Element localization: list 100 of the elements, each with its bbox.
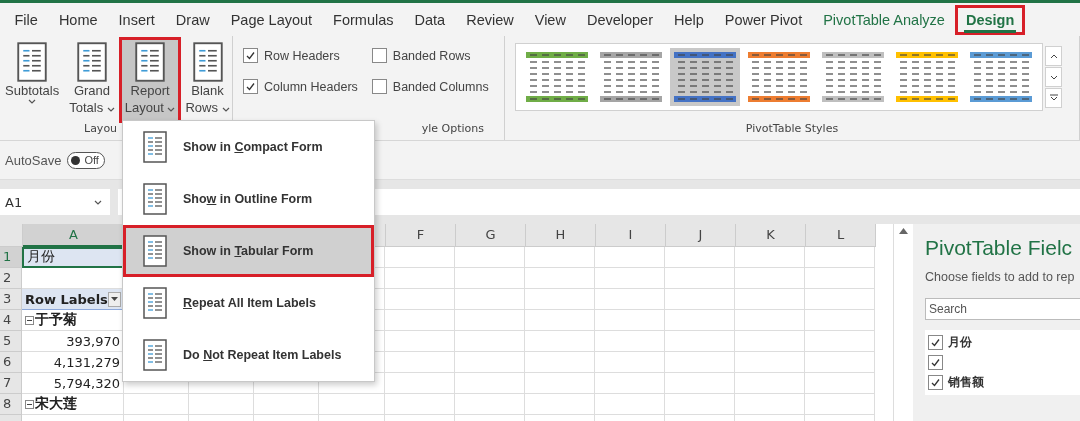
table-cell [595, 373, 665, 394]
checkbox[interactable] [928, 335, 943, 350]
ribbon-tab[interactable]: Design [955, 4, 1025, 35]
table-cell [595, 268, 665, 289]
layout-icon [143, 131, 167, 163]
table-cell [525, 268, 595, 289]
row-header[interactable]: 1 [0, 247, 22, 268]
row-header[interactable]: 2 [0, 268, 22, 289]
ribbon-tab[interactable]: PivotTable Analyze [812, 4, 956, 35]
panel-subtitle: Choose fields to add to rep [925, 270, 1076, 284]
table-style-thumbnail [748, 52, 810, 102]
table-cell [805, 373, 875, 394]
table-cell [385, 247, 455, 268]
table-cell: Row Labels [22, 289, 124, 310]
panel-title: PivotTable Fielc [925, 236, 1074, 260]
checkbox[interactable] [371, 79, 387, 94]
table-cell [735, 247, 805, 268]
ribbon-button[interactable]: Subtotals [2, 40, 63, 120]
ribbon-tab[interactable]: Draw [165, 4, 221, 35]
checkbox[interactable] [928, 375, 943, 390]
table-cell [805, 310, 875, 331]
table-cell [525, 352, 595, 373]
ribbon-tab[interactable]: View [524, 4, 577, 35]
row-header[interactable]: 6 [0, 352, 22, 373]
ribbon-tab[interactable]: Power Pivot [714, 4, 813, 35]
table-cell [735, 394, 805, 415]
autosave-toggle[interactable]: Off [67, 151, 105, 169]
column-header[interactable]: L [806, 224, 876, 247]
vertical-scrollbar[interactable] [893, 224, 913, 421]
table-cell [189, 394, 254, 415]
checkbox[interactable] [243, 48, 258, 63]
ribbon-tab[interactable]: Developer [576, 4, 664, 35]
table-cell [665, 268, 735, 289]
menu-item[interactable]: Do Not Repeat Item Labels [123, 329, 374, 381]
group-label: Layou [83, 122, 119, 137]
option-label: Banded Rows [392, 48, 471, 63]
ribbon-tab[interactable]: File [4, 4, 49, 35]
style-option[interactable] [670, 48, 740, 106]
check-icon [931, 378, 940, 387]
ribbon-tab[interactable]: Formulas [322, 4, 405, 35]
table-style-thumbnail [600, 52, 662, 102]
column-header[interactable]: I [596, 224, 666, 247]
search-field[interactable]: Search [925, 298, 1080, 320]
caret-icon [110, 297, 118, 301]
row-header[interactable]: 4 [0, 310, 22, 331]
column-header[interactable]: A [23, 224, 125, 247]
table-cell [665, 394, 735, 415]
row-header[interactable]: 5 [0, 331, 22, 352]
table-cell [665, 373, 735, 394]
column-header[interactable]: J [666, 224, 736, 247]
column-header[interactable]: G [456, 224, 526, 247]
checkbox[interactable] [371, 48, 387, 63]
caret-icon [167, 107, 176, 112]
expand-icon [1049, 94, 1058, 102]
table-cell [805, 352, 875, 373]
table-cell [665, 310, 735, 331]
row-header[interactable]: 8 [0, 394, 22, 415]
ribbon-button[interactable]: Blank Rows [182, 40, 233, 120]
autosave-label: AutoSave [5, 152, 62, 168]
ribbon-tab[interactable]: Page Layout [220, 4, 323, 35]
layout-icon [143, 183, 167, 215]
column-header[interactable]: K [736, 224, 806, 247]
option-label: Column Headers [264, 79, 358, 94]
filter-button[interactable] [107, 291, 121, 307]
caret-icon [28, 99, 37, 104]
row-header[interactable]: 3 [0, 289, 22, 310]
table-cell: 月份 [22, 247, 124, 268]
caret-icon [221, 107, 230, 112]
ribbon-tab[interactable]: Home [48, 4, 109, 35]
row-header[interactable]: 7 [0, 373, 22, 394]
menu-item[interactable]: Show in Tabular Form [123, 225, 374, 277]
table-cell [525, 373, 595, 394]
check-icon [246, 82, 255, 91]
name-box[interactable]: A1 [0, 189, 110, 215]
menu-item[interactable]: Show in Outline Form [123, 173, 374, 225]
column-header[interactable]: H [526, 224, 596, 247]
ribbon-tab[interactable]: Data [404, 4, 456, 35]
table-cell [455, 394, 525, 415]
field-label: 月份 [948, 334, 972, 351]
table-cell [455, 268, 525, 289]
checkbox[interactable] [928, 355, 943, 370]
ribbon-button[interactable]: Grand Totals [66, 40, 118, 120]
menu-item[interactable]: Repeat All Item Labels [123, 277, 374, 329]
table-cell [805, 331, 875, 352]
ribbon-tab[interactable]: Review [455, 4, 525, 35]
collapse-icon[interactable] [25, 399, 34, 409]
column-header[interactable]: F [386, 224, 456, 247]
layout-icon [143, 235, 167, 267]
ribbon-button[interactable]: Report Layout [121, 40, 179, 120]
collapse-icon[interactable] [25, 315, 34, 325]
menu-item[interactable]: Show in Compact Form [123, 121, 374, 173]
ribbon-tab[interactable]: Insert [108, 4, 166, 35]
check-icon [931, 338, 940, 347]
table-cell: 宋大莲 [22, 394, 124, 415]
ribbon-tab[interactable]: Help [663, 4, 715, 35]
group-label: PivotTable Styles [744, 122, 840, 137]
checkbox[interactable] [243, 79, 258, 94]
table-cell [385, 310, 455, 331]
table-cell [525, 331, 595, 352]
more-button[interactable] [1045, 88, 1062, 108]
